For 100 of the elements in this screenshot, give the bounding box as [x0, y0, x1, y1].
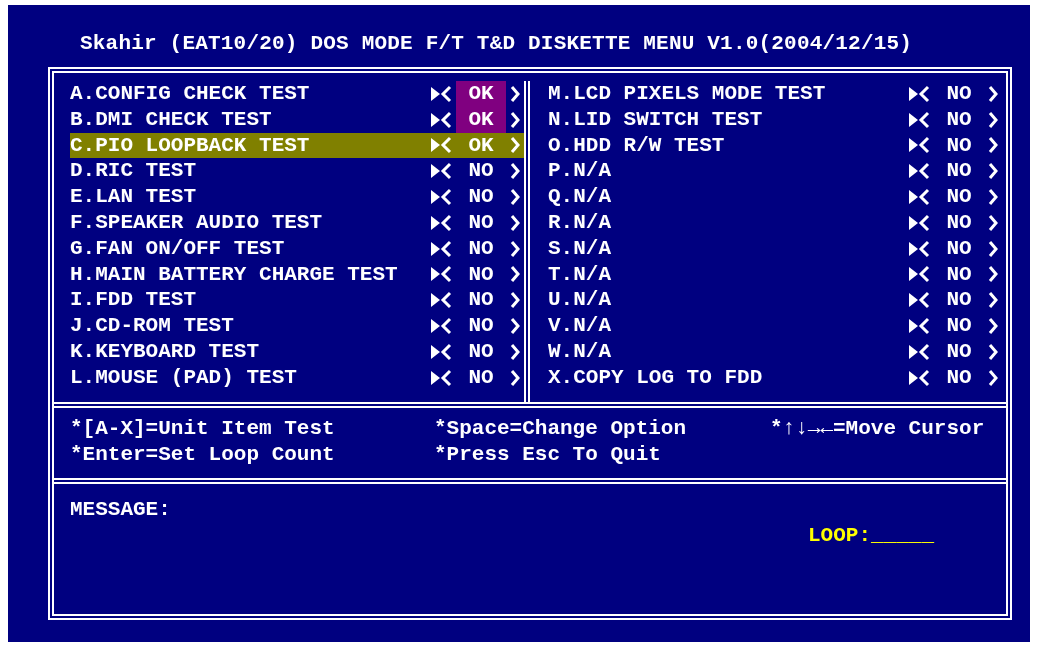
option-left-marker-icon: [906, 84, 932, 103]
item-label: Q.N/A: [548, 184, 612, 210]
option-left-marker-icon: [428, 265, 454, 284]
menu-item[interactable]: A.CONFIG CHECK TEST OK: [70, 81, 524, 107]
option-left-marker-icon: [906, 368, 932, 387]
chevron-right-icon: [510, 291, 520, 310]
menu-item[interactable]: I.FDD TEST NO: [70, 287, 524, 314]
item-label: C.PIO LOOPBACK TEST: [70, 132, 311, 159]
menu-item[interactable]: N.LID SWITCH TEST NO: [548, 106, 1002, 133]
chevron-right-icon: [510, 239, 520, 258]
option-value[interactable]: NO: [934, 81, 984, 107]
option-value[interactable]: NO: [456, 235, 506, 262]
message-label: MESSAGE:: [70, 498, 171, 521]
menu-item[interactable]: C.PIO LOOPBACK TEST OK: [70, 132, 524, 159]
option-left-marker-icon: [428, 188, 454, 207]
option-value[interactable]: NO: [456, 158, 506, 185]
chevron-right-icon: [988, 188, 998, 207]
menu-item[interactable]: P.N/A NO: [548, 158, 1002, 185]
item-label: S.N/A: [548, 235, 612, 262]
menu-item[interactable]: G.FAN ON/OFF TEST NO: [70, 235, 524, 262]
menu-item[interactable]: L.MOUSE (PAD) TEST NO: [70, 364, 524, 391]
option-value[interactable]: OK: [456, 81, 506, 107]
menu-item[interactable]: H.MAIN BATTERY CHARGE TEST NO: [70, 261, 524, 288]
item-label: M.LCD PIXELS MODE TEST: [548, 81, 827, 107]
option-value[interactable]: NO: [934, 364, 984, 391]
option-left-marker-icon: [428, 162, 454, 181]
option-value[interactable]: OK: [456, 106, 506, 133]
option-value[interactable]: NO: [456, 261, 506, 288]
option-value[interactable]: NO: [934, 313, 984, 339]
item-label: R.N/A: [548, 210, 612, 236]
option-value[interactable]: NO: [456, 338, 506, 365]
menu-item[interactable]: E.LAN TEST NO: [70, 184, 524, 210]
option-left-marker-icon: [428, 291, 454, 310]
menu-item[interactable]: O.HDD R/W TEST NO: [548, 132, 1002, 159]
option-value[interactable]: NO: [456, 313, 506, 339]
menu-item[interactable]: S.N/A NO: [548, 235, 1002, 262]
option-value[interactable]: NO: [934, 261, 984, 288]
item-label: F.SPEAKER AUDIO TEST: [70, 210, 324, 236]
menu-item[interactable]: J.CD-ROM TEST NO: [70, 313, 524, 339]
option-left-marker-icon: [906, 162, 932, 181]
chevron-right-icon: [988, 110, 998, 129]
option-value[interactable]: OK: [456, 132, 506, 159]
option-value[interactable]: NO: [934, 184, 984, 210]
option-value[interactable]: NO: [934, 158, 984, 185]
item-label: G.FAN ON/OFF TEST: [70, 235, 286, 262]
option-left-marker-icon: [906, 136, 932, 155]
item-label: E.LAN TEST: [70, 184, 198, 210]
chevron-right-icon: [510, 317, 520, 336]
menu-item[interactable]: V.N/A NO: [548, 313, 1002, 339]
option-left-marker-icon: [428, 136, 454, 155]
option-value[interactable]: NO: [934, 210, 984, 236]
loop-count-field[interactable]: LOOP:_____: [808, 520, 935, 552]
menu-item[interactable]: X.COPY LOG TO FDD NO: [548, 364, 1002, 391]
key-hint: *[A-X]=Unit Item Test: [70, 416, 335, 442]
menu-item[interactable]: U.N/A NO: [548, 287, 1002, 314]
menu-item[interactable]: W.N/A NO: [548, 338, 1002, 365]
chevron-right-icon: [988, 239, 998, 258]
menu-item[interactable]: F.SPEAKER AUDIO TEST NO: [70, 210, 524, 236]
option-value[interactable]: NO: [934, 235, 984, 262]
option-value[interactable]: NO: [456, 210, 506, 236]
option-left-marker-icon: [906, 317, 932, 336]
menu-item[interactable]: T.N/A NO: [548, 261, 1002, 288]
option-left-marker-icon: [906, 342, 932, 361]
option-left-marker-icon: [906, 188, 932, 207]
menu-item[interactable]: Q.N/A NO: [548, 184, 1002, 210]
chevron-right-icon: [510, 136, 520, 155]
option-left-marker-icon: [906, 213, 932, 232]
option-value[interactable]: NO: [456, 364, 506, 391]
option-left-marker-icon: [428, 110, 454, 129]
chevron-right-icon: [510, 265, 520, 284]
option-left-marker-icon: [906, 239, 932, 258]
item-label: W.N/A: [548, 338, 612, 365]
option-value[interactable]: NO: [934, 106, 984, 133]
item-label: O.HDD R/W TEST: [548, 132, 726, 159]
item-label: D.RIC TEST: [70, 158, 198, 185]
option-value[interactable]: NO: [934, 132, 984, 159]
option-value[interactable]: NO: [934, 287, 984, 314]
chevron-right-icon: [510, 84, 520, 103]
item-label: L.MOUSE (PAD) TEST: [70, 364, 298, 391]
option-value[interactable]: NO: [456, 287, 506, 314]
option-left-marker-icon: [906, 291, 932, 310]
chevron-right-icon: [988, 84, 998, 103]
chevron-right-icon: [510, 110, 520, 129]
menu-item[interactable]: B.DMI CHECK TEST OK: [70, 106, 524, 133]
option-value[interactable]: NO: [934, 338, 984, 365]
menu-item[interactable]: D.RIC TEST NO: [70, 158, 524, 185]
option-value[interactable]: NO: [456, 184, 506, 210]
chevron-right-icon: [988, 368, 998, 387]
chevron-right-icon: [988, 213, 998, 232]
item-label: I.FDD TEST: [70, 287, 198, 314]
item-label: U.N/A: [548, 287, 612, 314]
item-label: H.MAIN BATTERY CHARGE TEST: [70, 261, 399, 288]
option-left-marker-icon: [906, 265, 932, 284]
item-label: K.KEYBOARD TEST: [70, 338, 261, 365]
menu-item[interactable]: K.KEYBOARD TEST NO: [70, 338, 524, 365]
menu-item[interactable]: M.LCD PIXELS MODE TEST NO: [548, 81, 1002, 107]
option-left-marker-icon: [428, 213, 454, 232]
option-left-marker-icon: [428, 342, 454, 361]
menu-item[interactable]: R.N/A NO: [548, 210, 1002, 236]
item-label: T.N/A: [548, 261, 612, 288]
